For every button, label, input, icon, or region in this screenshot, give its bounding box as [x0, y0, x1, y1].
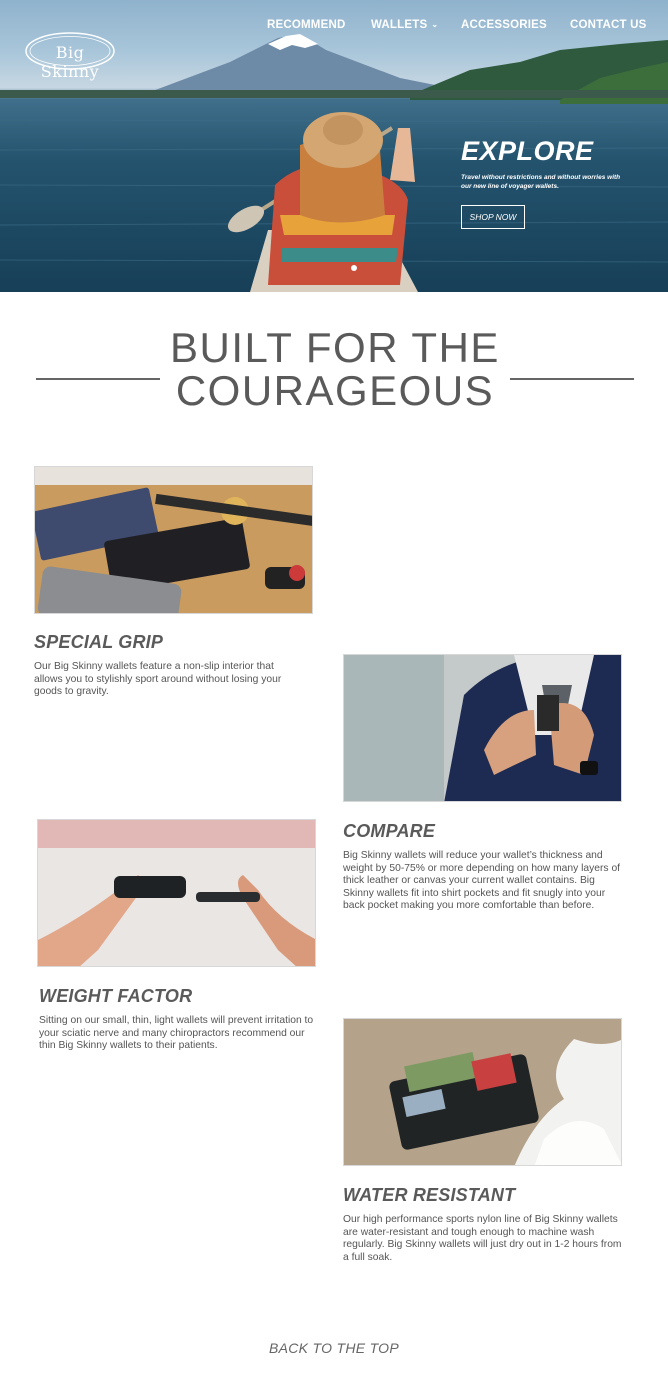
feature-title-weight-factor: WEIGHT FACTOR [39, 986, 193, 1006]
nav-accessories-label: ACCESSORIES [461, 19, 547, 31]
hero-title: EXPLORE [461, 136, 594, 166]
main-nav: RECOMMEND WALLETS ⌄ ACCESSORIES CONTACT U… [0, 19, 668, 33]
headline-line-2: COURAGEOUS [175, 367, 495, 414]
section-headline: BUILT FOR THE COURAGEOUS [160, 326, 510, 412]
nav-recommend[interactable]: RECOMMEND [267, 19, 345, 31]
brand-logo[interactable]: Big Skinny [24, 31, 116, 81]
feature-title-water-resistant: WATER RESISTANT [343, 1185, 516, 1205]
feature-body-compare: Big Skinny wallets will reduce your wall… [343, 850, 621, 912]
wallet-desk-photo [34, 466, 313, 614]
feature-body-water-resistant: Our high performance sports nylon line o… [343, 1214, 622, 1263]
wallet-desk-image [35, 467, 312, 613]
nav-contact-label: CONTACT US [570, 19, 647, 31]
nav-recommend-label: RECOMMEND [267, 19, 346, 31]
hero-subtitle: Travel without restrictions and without … [461, 174, 621, 190]
nav-accessories[interactable]: ACCESSORIES [461, 19, 547, 31]
chevron-down-icon: ⌄ [431, 20, 439, 29]
back-to-top-link[interactable]: BACK TO THE TOP [0, 1340, 668, 1356]
man-suit-image [344, 655, 621, 801]
man-suit-photo [343, 654, 622, 802]
nav-contact-us[interactable]: CONTACT US [570, 19, 647, 31]
hero-banner: Big Skinny RECOMMEND WALLETS ⌄ ACCESSORIE… [0, 0, 668, 292]
nav-wallets-label: WALLETS [371, 19, 428, 31]
feature-body-weight-factor: Sitting on our small, thin, light wallet… [39, 1015, 314, 1052]
feature-body-special-grip: Our Big Skinny wallets feature a non-sli… [34, 661, 282, 698]
logo-wordmark: Big Skinny [40, 43, 100, 81]
wallet-beach-image [344, 1019, 621, 1165]
feature-title-compare: COMPARE [343, 821, 436, 841]
nav-wallets[interactable]: WALLETS ⌄ [371, 19, 438, 31]
headline-divider-right [510, 378, 634, 380]
wallets-hands-photo [37, 819, 316, 967]
headline-line-1: BUILT FOR THE [170, 324, 500, 371]
headline-divider-left [36, 378, 160, 380]
wallets-hands-image [38, 820, 315, 966]
wallet-beach-photo [343, 1018, 622, 1166]
shop-now-button[interactable]: SHOP NOW [461, 205, 525, 229]
feature-title-special-grip: SPECIAL GRIP [34, 632, 164, 652]
